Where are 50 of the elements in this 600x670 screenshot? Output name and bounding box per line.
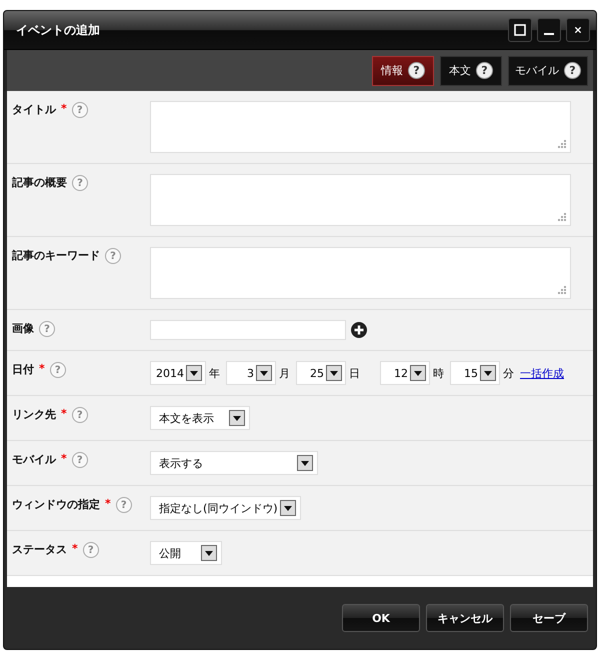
unit-label: 日 [349, 366, 360, 380]
dialog-button[interactable]: OK [342, 604, 420, 632]
dialog-button[interactable]: セーブ [510, 604, 588, 632]
number-dropdown[interactable]: 12 [380, 361, 430, 385]
number-dropdown[interactable]: 3 [226, 361, 276, 385]
field-label: モバイル [12, 452, 56, 467]
add-icon[interactable] [351, 322, 367, 338]
dialog-button[interactable]: キャンセル [426, 604, 504, 632]
number-dropdown[interactable]: 15 [450, 361, 500, 385]
maximize-button[interactable] [508, 18, 532, 42]
unit-label: 月 [279, 366, 290, 380]
field-label: 画像 [12, 321, 34, 336]
dropdown[interactable]: 指定なし(同ウインドウ) [150, 496, 301, 520]
required-mark: * [61, 102, 67, 115]
bulk-create-link[interactable]: 一括作成 [520, 366, 564, 380]
field-label: リンク先 [12, 407, 56, 422]
field-label: ウィンドウの指定 [12, 497, 100, 512]
resize-grip-icon[interactable] [557, 212, 566, 221]
dropdown[interactable]: 本文を表示 [150, 406, 250, 430]
image-field[interactable] [150, 320, 346, 340]
number-dropdown[interactable]: 25 [296, 361, 346, 385]
resize-grip-icon[interactable] [557, 285, 566, 294]
maximize-icon[interactable] [514, 24, 526, 36]
number-dropdown[interactable]: 2014 [150, 361, 206, 385]
unit-label: 分 [503, 366, 514, 380]
required-mark: * [61, 452, 67, 465]
field-label: タイトル [12, 102, 56, 117]
help-mark[interactable]: ? [564, 62, 581, 79]
field-label: 日付 [12, 362, 34, 377]
required-mark: * [105, 497, 111, 510]
close-icon[interactable] [574, 26, 582, 34]
unit-label: 時 [433, 366, 444, 380]
required-mark: * [39, 362, 45, 375]
window-title: イベントの追加 [16, 22, 100, 38]
minimize-button[interactable] [537, 18, 561, 42]
tab[interactable]: 本文 ? [440, 56, 502, 86]
help-mark[interactable]: ? [408, 62, 425, 79]
resize-grip-icon[interactable] [557, 139, 566, 148]
unit-label: 年 [209, 366, 220, 380]
tab[interactable]: 情報 ? [372, 56, 434, 86]
required-mark: * [61, 407, 67, 420]
dropdown[interactable]: 公開 [150, 541, 222, 565]
tab[interactable]: モバイル ? [508, 56, 588, 86]
field-label: ステータス [12, 542, 67, 557]
close-button[interactable] [566, 18, 590, 42]
dropdown[interactable]: 表示する [150, 451, 318, 475]
help-mark[interactable]: ? [476, 62, 493, 79]
field-label: 記事のキーワード [12, 248, 100, 263]
required-mark: * [72, 542, 78, 555]
field-label: 記事の概要 [12, 175, 67, 190]
